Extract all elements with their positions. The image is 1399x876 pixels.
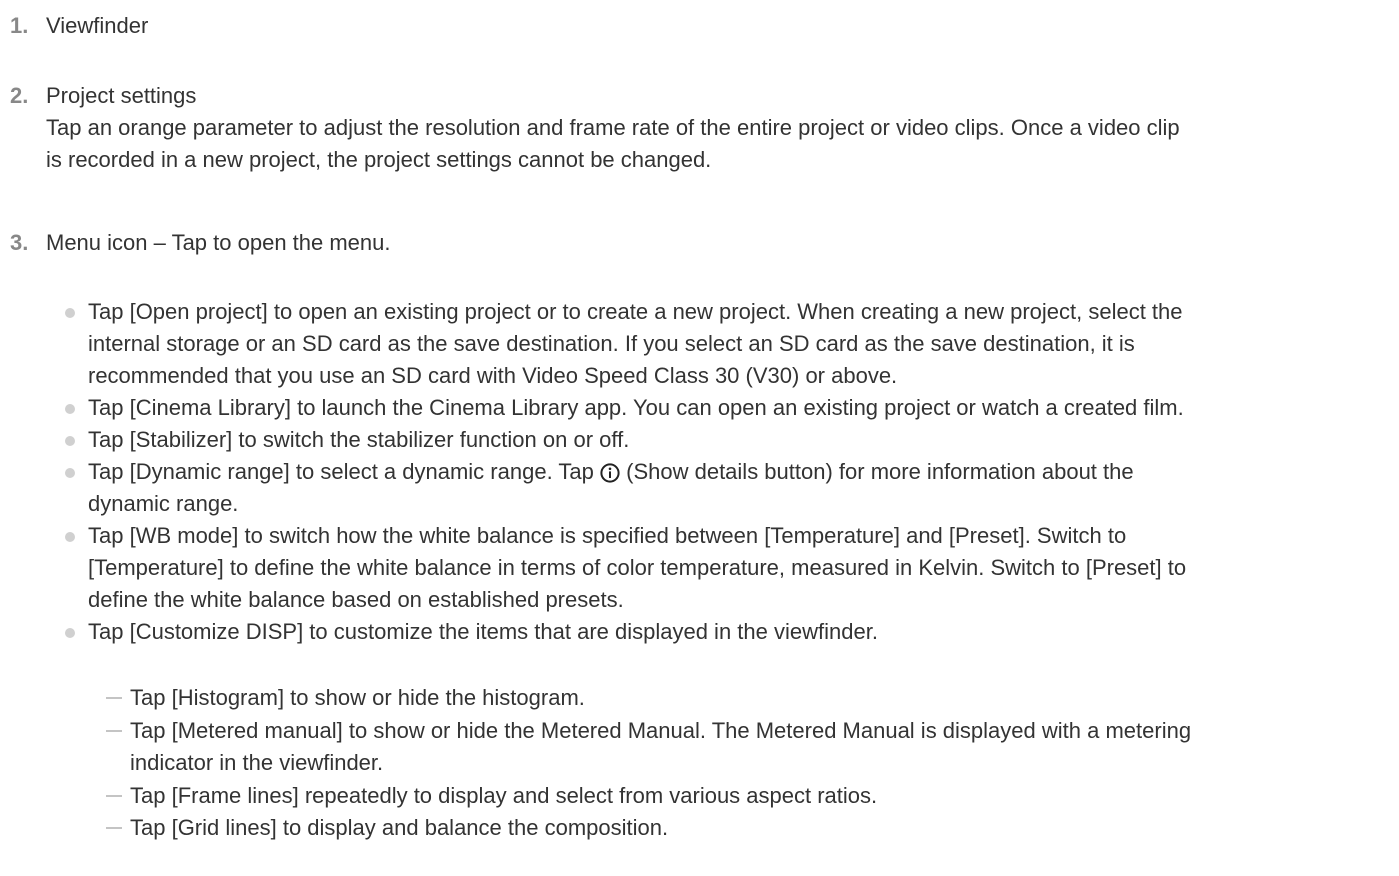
description-line: is recorded in a new project, the projec… (46, 147, 712, 172)
bullet-line: Tap [Open project] to open an existing p… (88, 299, 1183, 324)
bullet-dot-icon (65, 308, 75, 318)
item-description: Tap an orange parameter to adjust the re… (46, 112, 1391, 176)
sub-item-line: Tap [Metered manual] to show or hide the… (130, 718, 1192, 743)
item-title: Viewfinder (46, 13, 149, 38)
bullet-dot-icon (65, 436, 75, 446)
bullet-line: Tap [Customize DISP] to customize the it… (88, 619, 878, 644)
bullet-line: [Temperature] to define the white balanc… (88, 555, 1187, 580)
bullet-dot-icon (65, 404, 75, 414)
sub-item-line: Tap [Frame lines] repeatedly to display … (130, 783, 878, 808)
item-number: 1. (10, 13, 29, 38)
info-icon (600, 463, 620, 483)
bullet-text-before-icon: Tap [Dynamic range] to select a dynamic … (88, 459, 594, 484)
bullet-line: dynamic range. (88, 491, 239, 516)
dash-icon (106, 730, 122, 732)
bullet-line: recommended that you use an SD card with… (88, 363, 898, 388)
dash-icon (106, 697, 122, 699)
dash-icon (106, 827, 122, 829)
bullet-line: Tap [Dynamic range] to select a dynamic … (88, 456, 1391, 488)
item-title: Project settings (46, 83, 197, 108)
bullet-line: internal storage or an SD card as the sa… (88, 331, 1135, 356)
bullet-line: Tap [Stabilizer] to switch the stabilize… (88, 427, 630, 452)
bullet-dot-icon (65, 628, 75, 638)
description-line: Tap an orange parameter to adjust the re… (46, 115, 1180, 140)
bullet-dot-icon (65, 532, 75, 542)
item-title: Menu icon – Tap to open the menu. (46, 230, 391, 255)
item-number: 3. (10, 230, 29, 255)
bullet-line: Tap [WB mode] to switch how the white ba… (88, 523, 1127, 548)
bullet-line: define the white balance based on establ… (88, 587, 624, 612)
dash-icon (106, 795, 122, 797)
bullet-text-after-icon: (Show details button) for more informati… (626, 459, 1134, 484)
sub-item-line: Tap [Grid lines] to display and balance … (130, 815, 669, 840)
bullet-dot-icon (65, 468, 75, 478)
sub-item-line: indicator in the viewfinder. (130, 750, 384, 775)
bullet-line: Tap [Cinema Library] to launch the Cinem… (88, 395, 1184, 420)
item-number: 2. (10, 83, 29, 108)
sub-item-line: Tap [Histogram] to show or hide the hist… (130, 685, 585, 710)
